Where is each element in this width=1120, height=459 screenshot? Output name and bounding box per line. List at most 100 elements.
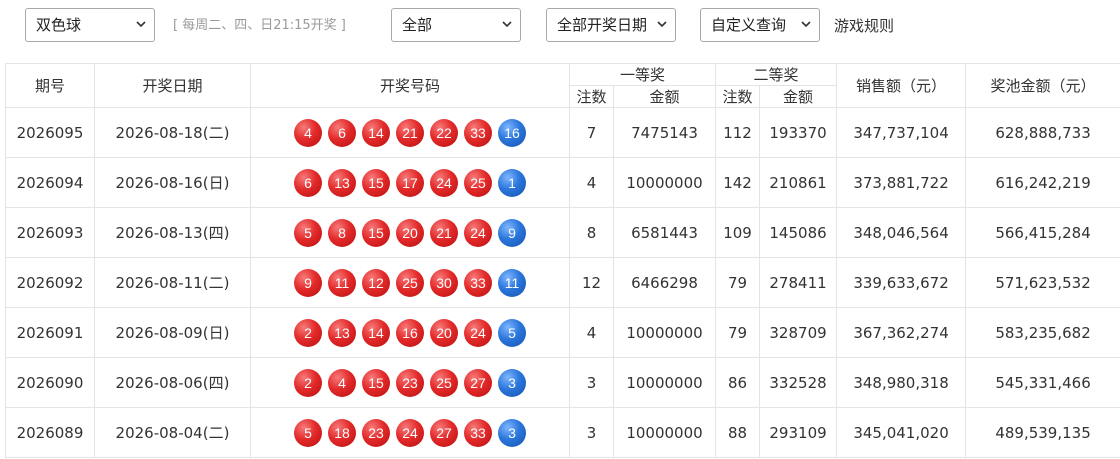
game-rules-link[interactable]: 游戏规则 bbox=[834, 15, 894, 36]
header-first-amount: 金额 bbox=[612, 85, 717, 108]
second-amount-cell: 145086 bbox=[759, 207, 838, 258]
results-table: 期号 开奖日期 开奖号码 一等奖 二等奖 销售额（元） 奖池金额（元） 注数 金… bbox=[5, 63, 1120, 458]
table-row: 2026095 2026-08-18(二) 4 6 14 21 22 33 16 7 7475143… bbox=[5, 107, 1120, 158]
first-amount-cell: 10000000 bbox=[612, 407, 717, 458]
numbers-cell: 5 18 23 24 27 33 3 bbox=[250, 407, 570, 458]
issue-cell: 2026093 bbox=[5, 207, 95, 258]
red-ball: 24 bbox=[430, 168, 458, 197]
second-count-cell: 86 bbox=[715, 357, 761, 408]
ball-group: 4 6 14 21 22 33 16 bbox=[294, 118, 526, 147]
toolbar: 双色球 [ 每周二、四、日21:15开奖 ] 全部 全部开奖日期 自定义查询 游… bbox=[0, 0, 1120, 60]
red-ball: 12 bbox=[362, 268, 390, 297]
red-ball: 16 bbox=[396, 318, 424, 347]
first-count-cell: 4 bbox=[569, 307, 614, 358]
sales-cell: 348,046,564 bbox=[836, 207, 967, 258]
second-amount-cell: 210861 bbox=[759, 157, 838, 208]
issue-cell: 2026089 bbox=[5, 407, 95, 458]
red-ball: 9 bbox=[294, 268, 322, 297]
table-row: 2026091 2026-08-09(日) 2 13 14 16 20 24 5 4 1000000… bbox=[5, 307, 1120, 358]
date-cell: 2026-08-18(二) bbox=[94, 107, 251, 158]
chevron-down-icon bbox=[657, 9, 669, 41]
red-ball: 27 bbox=[430, 418, 458, 447]
date-cell: 2026-08-06(四) bbox=[94, 357, 251, 408]
numbers-cell: 2 13 14 16 20 24 5 bbox=[250, 307, 570, 358]
header-second-count: 注数 bbox=[715, 85, 761, 108]
second-amount-cell: 328709 bbox=[759, 307, 838, 358]
red-ball: 15 bbox=[362, 218, 390, 247]
first-count-cell: 7 bbox=[569, 107, 614, 158]
red-ball: 33 bbox=[464, 118, 492, 147]
red-ball: 4 bbox=[294, 118, 322, 147]
date-select[interactable]: 全部开奖日期 bbox=[546, 8, 676, 42]
date-cell: 2026-08-16(日) bbox=[94, 157, 251, 208]
date-cell: 2026-08-13(四) bbox=[94, 207, 251, 258]
red-ball: 23 bbox=[362, 418, 390, 447]
sales-cell: 347,737,104 bbox=[836, 107, 967, 158]
first-amount-cell: 6581443 bbox=[612, 207, 717, 258]
red-ball: 15 bbox=[362, 168, 390, 197]
header-pool: 奖池金额（元） bbox=[965, 63, 1120, 108]
blue-ball: 3 bbox=[498, 418, 526, 447]
red-ball: 27 bbox=[464, 368, 492, 397]
table-row: 2026090 2026-08-06(四) 2 4 15 23 25 27 3 3 10000000… bbox=[5, 357, 1120, 408]
sales-cell: 367,362,274 bbox=[836, 307, 967, 358]
lottery-select[interactable]: 双色球 bbox=[25, 8, 155, 42]
red-ball: 2 bbox=[294, 368, 322, 397]
first-count-cell: 3 bbox=[569, 407, 614, 458]
second-count-cell: 112 bbox=[715, 107, 761, 158]
pool-cell: 628,888,733 bbox=[965, 107, 1120, 158]
red-ball: 25 bbox=[464, 168, 492, 197]
red-ball: 13 bbox=[328, 168, 356, 197]
custom-query-select[interactable]: 自定义查询 bbox=[700, 8, 820, 42]
custom-query-select-value: 自定义查询 bbox=[711, 16, 787, 34]
second-amount-cell: 193370 bbox=[759, 107, 838, 158]
header-second-amount: 金额 bbox=[759, 85, 838, 108]
header-first-prize: 一等奖 bbox=[568, 63, 717, 86]
draw-schedule-hint: [ 每周二、四、日21:15开奖 ] bbox=[173, 18, 346, 33]
header-date: 开奖日期 bbox=[94, 63, 251, 108]
red-ball: 17 bbox=[396, 168, 424, 197]
header-first-count: 注数 bbox=[569, 85, 614, 108]
sales-cell: 373,881,722 bbox=[836, 157, 967, 208]
pool-cell: 616,242,219 bbox=[965, 157, 1120, 208]
blue-ball: 5 bbox=[498, 318, 526, 347]
issue-cell: 2026090 bbox=[5, 357, 95, 408]
sales-cell: 348,980,318 bbox=[836, 357, 967, 408]
date-cell: 2026-08-11(二) bbox=[94, 257, 251, 308]
blue-ball: 3 bbox=[498, 368, 526, 397]
numbers-cell: 9 11 12 25 30 33 11 bbox=[250, 257, 570, 308]
red-ball: 14 bbox=[362, 118, 390, 147]
first-amount-cell: 7475143 bbox=[612, 107, 717, 158]
second-count-cell: 109 bbox=[715, 207, 761, 258]
chevron-down-icon bbox=[136, 9, 148, 41]
ball-group: 6 13 15 17 24 25 1 bbox=[294, 168, 526, 197]
red-ball: 33 bbox=[464, 418, 492, 447]
results-body: 2026095 2026-08-18(二) 4 6 14 21 22 33 16 7 7475143… bbox=[5, 107, 1120, 458]
red-ball: 6 bbox=[294, 168, 322, 197]
second-count-cell: 142 bbox=[715, 157, 761, 208]
scope-select[interactable]: 全部 bbox=[391, 8, 521, 42]
first-count-cell: 8 bbox=[569, 207, 614, 258]
red-ball: 24 bbox=[396, 418, 424, 447]
red-ball: 21 bbox=[396, 118, 424, 147]
red-ball: 25 bbox=[396, 268, 424, 297]
date-cell: 2026-08-04(二) bbox=[94, 407, 251, 458]
header-second-prize: 二等奖 bbox=[715, 63, 838, 86]
red-ball: 24 bbox=[464, 318, 492, 347]
red-ball: 4 bbox=[328, 368, 356, 397]
red-ball: 33 bbox=[464, 268, 492, 297]
red-ball: 24 bbox=[464, 218, 492, 247]
red-ball: 20 bbox=[430, 318, 458, 347]
pool-cell: 583,235,682 bbox=[965, 307, 1120, 358]
pool-cell: 545,331,466 bbox=[965, 357, 1120, 408]
table-row: 2026093 2026-08-13(四) 5 8 15 20 21 24 9 8 6581443 1… bbox=[5, 207, 1120, 258]
red-ball: 15 bbox=[362, 368, 390, 397]
chevron-down-icon bbox=[801, 9, 813, 41]
sales-cell: 339,633,672 bbox=[836, 257, 967, 308]
sales-cell: 345,041,020 bbox=[836, 407, 967, 458]
red-ball: 11 bbox=[328, 268, 356, 297]
red-ball: 22 bbox=[430, 118, 458, 147]
header-numbers: 开奖号码 bbox=[250, 63, 570, 108]
first-count-cell: 3 bbox=[569, 357, 614, 408]
numbers-cell: 2 4 15 23 25 27 3 bbox=[250, 357, 570, 408]
